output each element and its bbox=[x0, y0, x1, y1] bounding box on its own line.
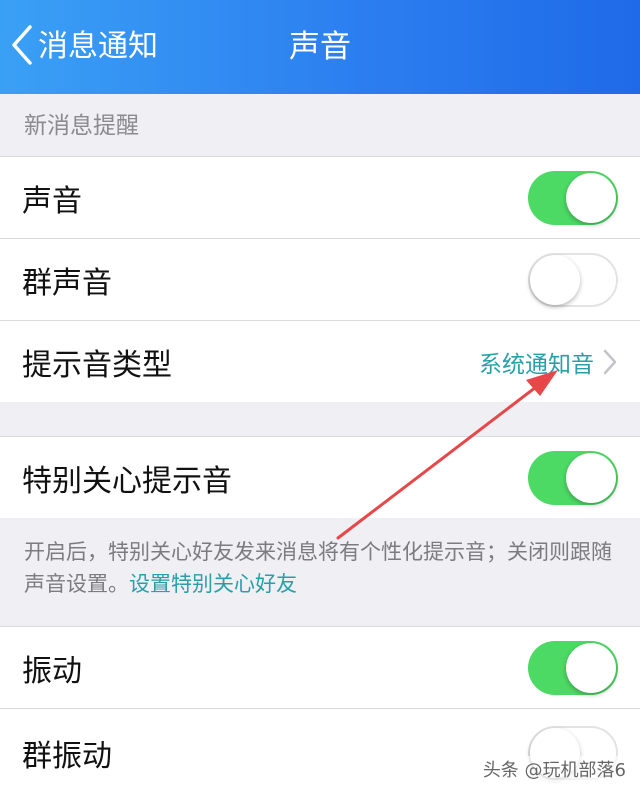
row-group-vibrate: 群振动 bbox=[0, 708, 640, 796]
row-label: 群振动 bbox=[22, 738, 112, 774]
row-sound: 声音 bbox=[0, 156, 640, 238]
row-group-sound: 群声音 bbox=[0, 238, 640, 320]
special-care-footnote: 开启后，特别关心好友发来消息将有个性化提示音；关闭则跟随声音设置。设置特别关心好… bbox=[0, 518, 640, 626]
special-care-toggle[interactable] bbox=[528, 450, 618, 505]
section-gap bbox=[0, 402, 640, 436]
vibrate-toggle[interactable] bbox=[528, 640, 618, 695]
row-tone-type[interactable]: 提示音类型 系统通知音 bbox=[0, 320, 640, 402]
row-label: 特别关心提示音 bbox=[22, 463, 232, 499]
row-label: 提示音类型 bbox=[22, 347, 172, 383]
toggle-knob bbox=[530, 254, 580, 305]
row-label: 振动 bbox=[22, 653, 82, 689]
toggle-knob bbox=[566, 642, 616, 693]
row-label: 声音 bbox=[22, 183, 82, 219]
chevron-right-icon bbox=[602, 348, 618, 376]
watermark: 头条 @玩机部落6 bbox=[478, 756, 630, 782]
set-special-care-friends-link[interactable]: 设置特别关心好友 bbox=[129, 572, 297, 596]
group-sound-toggle[interactable] bbox=[528, 252, 618, 307]
sound-toggle[interactable] bbox=[528, 170, 618, 225]
toggle-knob bbox=[566, 452, 616, 503]
row-label: 群声音 bbox=[22, 265, 112, 301]
tone-type-value: 系统通知音 bbox=[479, 351, 594, 378]
toggle-knob bbox=[566, 172, 616, 223]
footnote-text: 开启后，特别关心好友发来消息将有个性化提示音；关闭则跟随声音设置。 bbox=[24, 540, 612, 596]
navigation-bar: 消息通知 声音 bbox=[0, 0, 640, 94]
section-header: 新消息提醒 bbox=[0, 94, 640, 156]
row-special-care: 特别关心提示音 bbox=[0, 436, 640, 518]
page-title: 声音 bbox=[289, 29, 351, 65]
row-vibrate: 振动 bbox=[0, 626, 640, 708]
